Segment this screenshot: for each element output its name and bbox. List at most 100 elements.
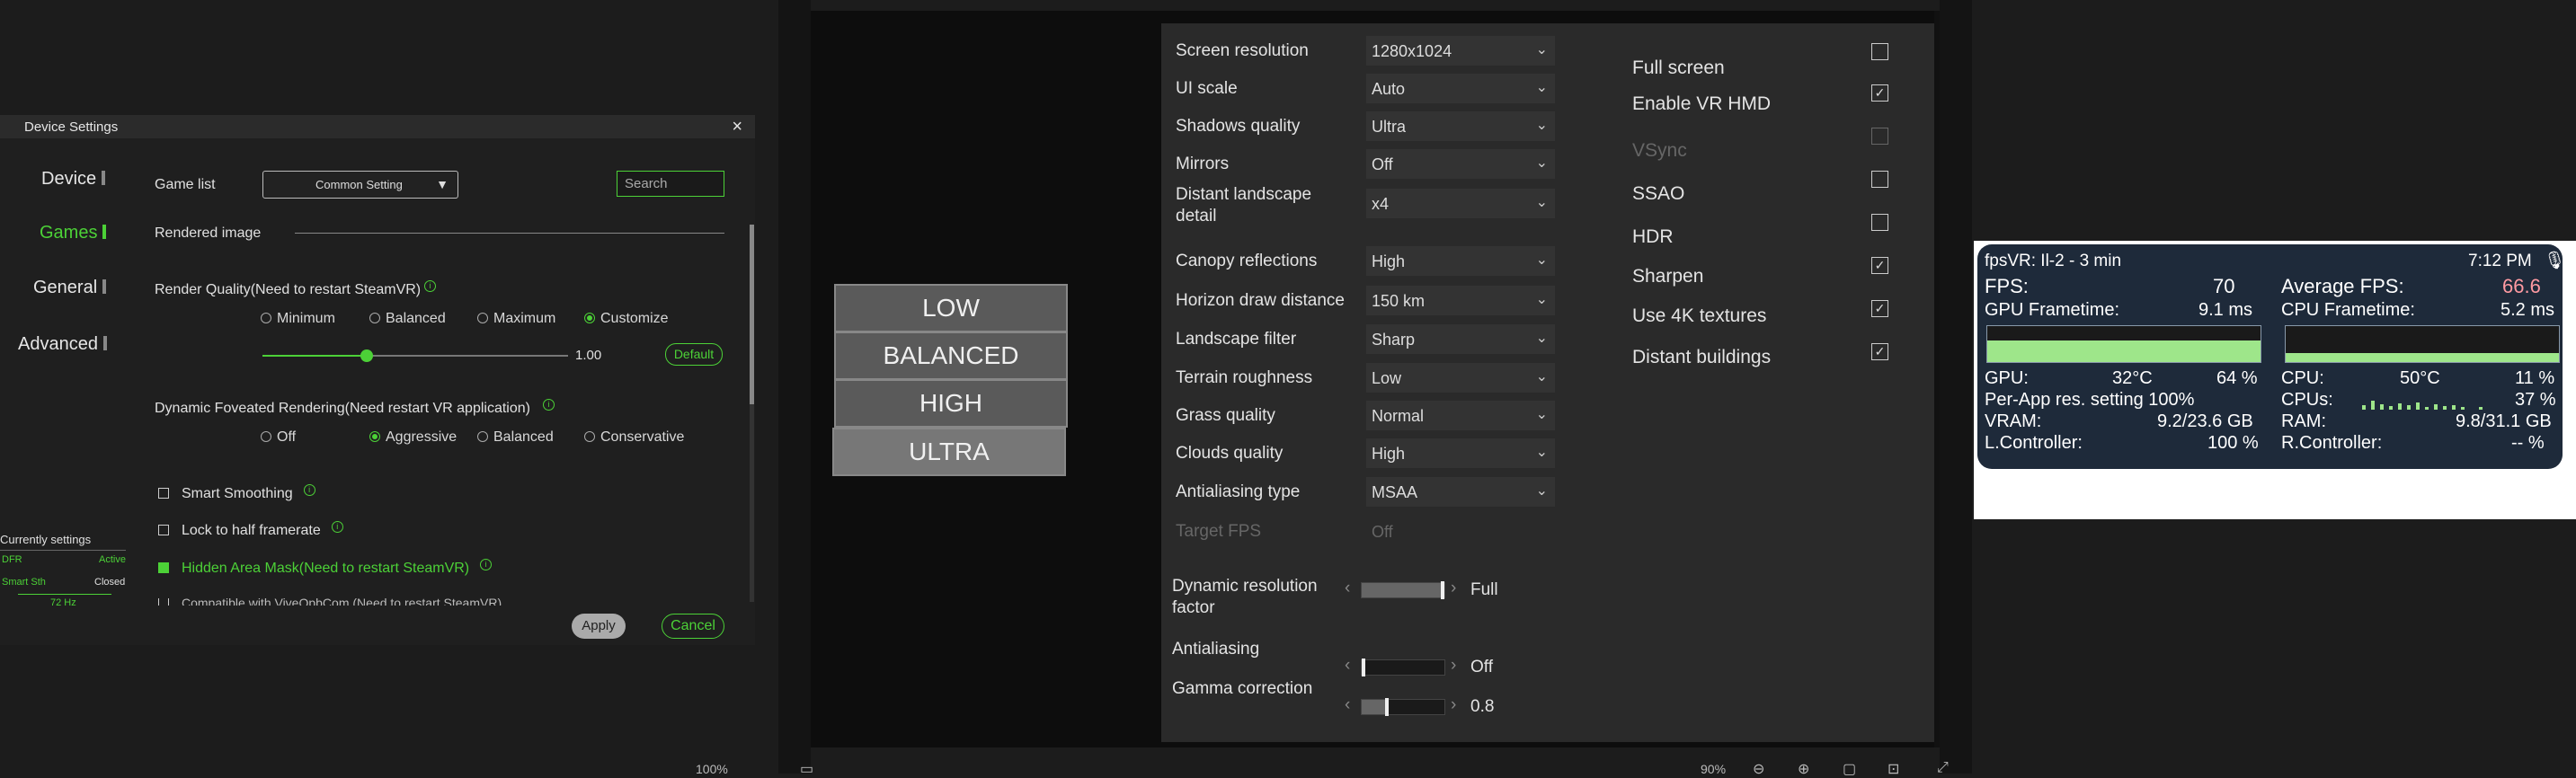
checkbox-box [158, 488, 169, 499]
slider-handle[interactable] [360, 349, 373, 362]
toggle-checkbox[interactable]: ✓ [1871, 84, 1888, 102]
chevron-right-icon[interactable]: › [1451, 579, 1456, 598]
fullscreen-icon[interactable]: ⤢ [1937, 760, 1949, 776]
cancel-button[interactable]: Cancel [662, 614, 724, 639]
slider-track[interactable] [1361, 581, 1445, 599]
microphone-icon: 🎙 [2544, 252, 2566, 270]
slider-fill [1362, 700, 1387, 714]
apply-button[interactable]: Apply [572, 614, 626, 639]
current-ss-value: Closed [94, 577, 126, 588]
radio-minimum[interactable]: Minimum [261, 311, 335, 327]
dropdown-value: Normal [1372, 407, 1425, 425]
chevron-left-icon[interactable]: ‹ [1345, 656, 1350, 676]
toggle-checkbox[interactable]: ✓ [1871, 300, 1888, 317]
sidebar-item-general[interactable]: General [33, 278, 107, 298]
info-icon[interactable]: i [331, 521, 343, 533]
slider-value: 0.8 [1470, 697, 1495, 716]
preset-balanced-button[interactable]: BALANCED [834, 332, 1068, 380]
close-icon[interactable]: × [732, 117, 742, 137]
scrollbar-track[interactable] [750, 225, 754, 602]
lock-half-framerate-checkbox[interactable]: Lock to half framerate i [158, 521, 343, 539]
slider-handle[interactable] [1384, 698, 1389, 716]
right-controller-value: -- % [2511, 433, 2545, 453]
dropdown-value: High [1372, 445, 1406, 463]
setting-dropdown[interactable]: x4 ⌄ [1366, 189, 1555, 218]
setting-dropdown[interactable]: Auto ⌄ [1366, 74, 1555, 103]
zoom-out-icon[interactable]: ⊖ [1753, 760, 1764, 778]
chevron-down-icon: ⌄ [1535, 445, 1548, 460]
ram-value: 9.8/31.1 GB [2456, 411, 2552, 431]
zoom-in-icon[interactable]: ⊕ [1798, 760, 1809, 778]
radio-maximum[interactable]: Maximum [477, 311, 555, 327]
radio-balanced[interactable]: Balanced [369, 311, 446, 327]
radio-dfr-conservative[interactable]: Conservative [584, 429, 684, 446]
comment-icon[interactable]: ▭ [800, 760, 813, 778]
setting-dropdown[interactable]: MSAA ⌄ [1366, 477, 1555, 507]
info-icon[interactable]: i [542, 399, 555, 411]
preset-low-button[interactable]: LOW [834, 284, 1068, 332]
setting-dropdown[interactable]: 150 km ⌄ [1366, 286, 1555, 315]
setting-dropdown[interactable]: Normal ⌄ [1366, 401, 1555, 430]
render-quality-text: Render Quality(Need to restart SteamVR) [155, 282, 422, 297]
slider-label: Dynamic resolution [1172, 577, 1318, 596]
setting-dropdown[interactable]: Ultra ⌄ [1366, 111, 1555, 141]
fit-icon[interactable]: ▢ [1843, 760, 1856, 778]
info-icon[interactable]: i [480, 559, 493, 570]
slider-label-line2: factor [1172, 598, 1215, 617]
search-input[interactable]: Search [617, 171, 724, 197]
slider-handle[interactable] [1441, 581, 1444, 599]
radio-customize[interactable]: Customize [584, 311, 669, 327]
preset-high-button[interactable]: HIGH [834, 379, 1068, 428]
toggle-label: VSync [1632, 140, 1687, 161]
toggle-checkbox[interactable]: ✓ [1871, 257, 1888, 274]
actual-size-icon[interactable]: ⊡ [1888, 760, 1899, 778]
sidebar-item-device[interactable]: Device [41, 169, 106, 190]
setting-dropdown[interactable]: Low ⌄ [1366, 363, 1555, 393]
slider-fill [1362, 583, 1444, 597]
gpu-frametime-label: GPU Frametime: [1985, 300, 2120, 320]
radio-dfr-aggressive[interactable]: Aggressive [369, 429, 457, 446]
chevron-right-icon[interactable]: › [1451, 656, 1456, 676]
hidden-area-mask-checkbox[interactable]: Hidden Area Mask(Need to restart SteamVR… [158, 559, 493, 577]
game-list-dropdown[interactable]: Common Setting ▼ [262, 171, 458, 199]
chevron-right-icon[interactable]: › [1451, 695, 1456, 715]
toggle-checkbox[interactable] [1871, 214, 1888, 231]
preset-ultra-button[interactable]: ULTRA [832, 428, 1066, 476]
render-quality-slider[interactable] [262, 349, 568, 362]
setting-dropdown[interactable]: High ⌄ [1366, 438, 1555, 468]
current-dfr-value: Active [99, 554, 126, 565]
info-icon[interactable]: i [303, 484, 315, 496]
render-quality-label: Render Quality(Need to restart SteamVR) i [155, 280, 437, 298]
default-button[interactable]: Default [665, 343, 723, 366]
sidebar-item-advanced[interactable]: Advanced [18, 334, 107, 355]
setting-dropdown[interactable]: Off ⌄ [1366, 149, 1555, 179]
slider-track[interactable] [1361, 698, 1445, 716]
toggle-checkbox[interactable] [1871, 171, 1888, 188]
chevron-left-icon[interactable]: ‹ [1345, 695, 1350, 715]
slider-handle[interactable] [1362, 659, 1365, 676]
scrollbar-thumb[interactable] [750, 225, 754, 404]
dfr-text: Dynamic Foveated Rendering(Need restart … [155, 401, 530, 416]
sidebar-item-label: Advanced [18, 334, 98, 354]
chevron-down-icon: ⌄ [1535, 42, 1548, 57]
setting-dropdown[interactable]: 1280x1024 ⌄ [1366, 36, 1555, 66]
current-refresh-rate: 72 Hz [50, 597, 76, 608]
radio-dfr-off[interactable]: Off [261, 429, 296, 446]
slider-fill [262, 355, 367, 357]
setting-label-line2: detail [1176, 207, 1217, 225]
slider-track[interactable] [1361, 659, 1445, 676]
toggle-checkbox[interactable]: ✓ [1871, 343, 1888, 360]
info-icon[interactable]: i [424, 280, 437, 292]
radio-dfr-balanced[interactable]: Balanced [477, 429, 554, 446]
slider-label: Gamma correction [1172, 679, 1313, 698]
smart-smoothing-checkbox[interactable]: Smart Smoothing i [158, 484, 315, 502]
sidebar-item-games[interactable]: Games [40, 223, 107, 243]
setting-dropdown[interactable]: High ⌄ [1366, 246, 1555, 276]
setting-dropdown[interactable]: Sharp ⌄ [1366, 324, 1555, 354]
chevron-down-icon: ⌄ [1535, 252, 1548, 268]
radio-label: Minimum [277, 311, 335, 326]
checkbox-label: Hidden Area Mask(Need to restart SteamVR… [182, 561, 470, 576]
compat-checkbox[interactable]: Compatible with ViveOpbCom (Need to rest… [158, 598, 502, 606]
toggle-checkbox[interactable] [1871, 43, 1888, 60]
chevron-left-icon[interactable]: ‹ [1345, 579, 1350, 598]
